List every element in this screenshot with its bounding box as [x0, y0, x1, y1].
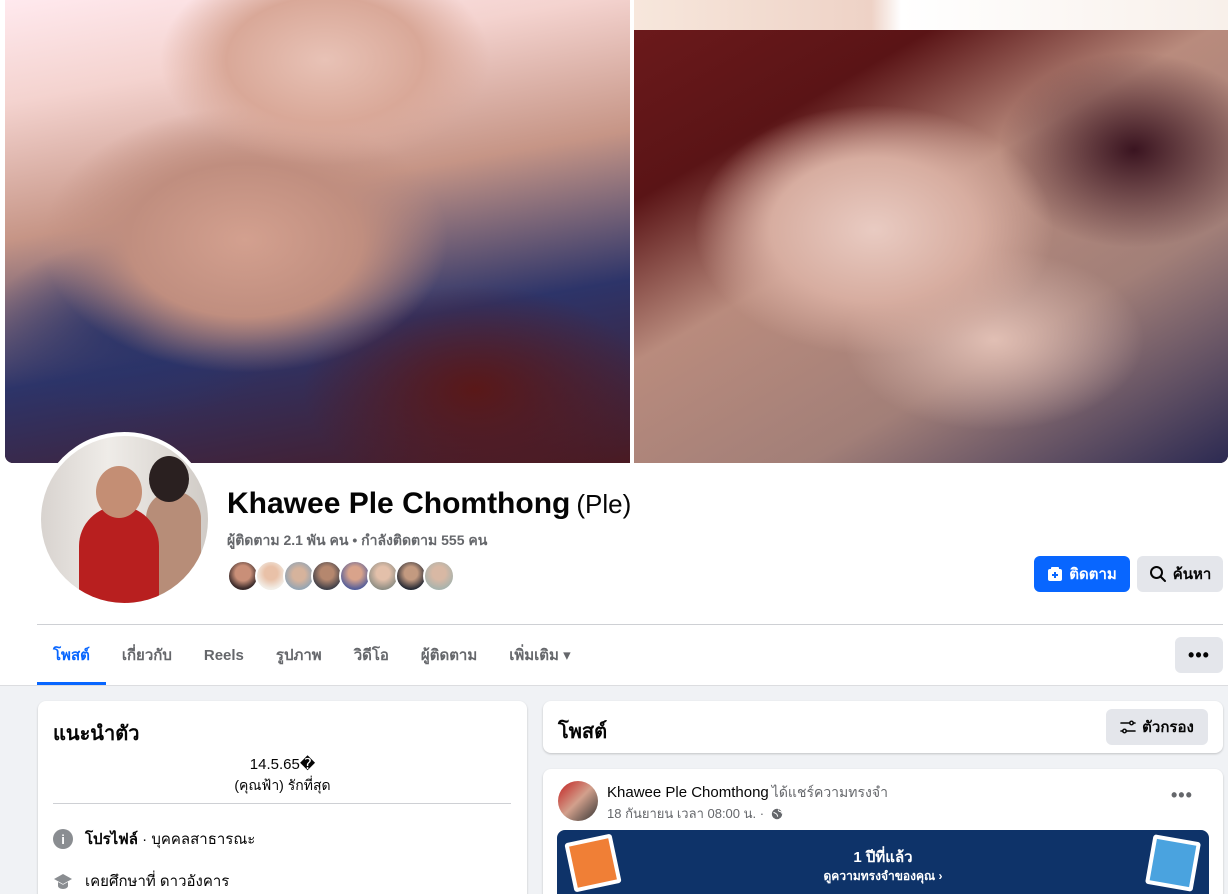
follower-avatar[interactable] — [423, 560, 455, 592]
filter-button-label: ตัวกรอง — [1142, 719, 1194, 736]
bio-line-1: 14.5.65� — [249, 756, 316, 773]
post-time-text: 18 กันยายน เวลา 08:00 น. · — [607, 806, 765, 821]
search-button-label: ค้นหา — [1172, 566, 1212, 583]
post-author-line: Khawee Ple Chomthong ได้แชร์ความทรงจำ — [607, 782, 888, 804]
education-text: เคยศึกษาที่ ดาวอังคาร — [85, 873, 230, 890]
tab-videos[interactable]: วิดีโอ — [338, 625, 405, 685]
post-timestamp[interactable]: 18 กันยายน เวลา 08:00 น. · — [607, 803, 783, 824]
cover-photo[interactable] — [5, 0, 1228, 463]
tab-about[interactable]: เกี่ยวกับ — [106, 625, 188, 685]
profile-type-text: โปรไฟล์ · บุคคลสาธารณะ — [85, 827, 255, 851]
cover-photo-right — [634, 0, 1228, 463]
profile-type-row: i โปรไฟล์ · บุคคลสาธารณะ — [53, 827, 255, 851]
tab-more[interactable]: เพิ่มเติม ▾ — [493, 625, 586, 685]
avatar-figure — [149, 456, 189, 502]
avatar-figure — [79, 506, 159, 603]
post-author-avatar[interactable] — [558, 781, 598, 821]
profile-name-text: Khawee Ple Chomthong — [227, 487, 571, 520]
profile-header: Khawee Ple Chomthong (Ple) ผู้ติดตาม 2.1 … — [0, 0, 1228, 686]
filter-sliders-icon — [1120, 720, 1136, 734]
post-author-name[interactable]: Khawee Ple Chomthong — [607, 784, 769, 801]
cover-top-band — [634, 0, 1228, 30]
intro-title: แนะนำตัว — [53, 723, 140, 745]
tab-reels[interactable]: Reels — [188, 625, 260, 685]
add-follow-icon — [1047, 566, 1063, 582]
avatar-image — [41, 436, 208, 603]
tab-followers[interactable]: ผู้ติดตาม — [405, 625, 493, 685]
filter-button[interactable]: ตัวกรอง — [1106, 709, 1208, 745]
header-shadow — [0, 685, 1228, 686]
follower-avatars[interactable] — [227, 560, 455, 592]
posts-header-card: โพสต์ ตัวกรอง — [543, 701, 1223, 753]
follow-button-label: ติดตาม — [1069, 566, 1117, 583]
search-icon — [1149, 565, 1167, 583]
tab-posts[interactable]: โพสต์ — [37, 625, 106, 685]
profile-stats[interactable]: ผู้ติดตาม 2.1 พัน คน • กำลังติดตาม 555 ค… — [227, 530, 487, 552]
post-action-text: ได้แชร์ความทรงจำ — [771, 784, 888, 800]
memory-link[interactable]: ดูความทรงจำของคุณ › — [557, 867, 1209, 886]
profile-type-label: โปรไฟล์ — [85, 831, 138, 848]
info-icon: i — [53, 829, 73, 849]
education-row[interactable]: เคยศึกษาที่ ดาวอังคาร — [53, 869, 229, 893]
memory-banner[interactable]: 1 ปีที่แล้ว ดูความทรงจำของคุณ › — [557, 830, 1209, 894]
profile-type-value: · บุคคลสาธารณะ — [138, 831, 256, 848]
profile-name: Khawee Ple Chomthong (Ple) — [227, 487, 631, 521]
profile-alt-name: (Ple) — [576, 489, 632, 519]
tab-photos[interactable]: รูปภาพ — [260, 625, 338, 685]
profile-tabs: โพสต์ เกี่ยวกับ Reels รูปภาพ วิดีโอ ผู้ต… — [37, 625, 587, 685]
profile-avatar[interactable] — [37, 432, 212, 607]
search-button[interactable]: ค้นหา — [1137, 556, 1223, 592]
more-options-button[interactable]: ••• — [1175, 637, 1223, 673]
bio-line-2: (คุณฟ้า) รักที่สุด — [234, 777, 331, 793]
globe-icon — [771, 808, 783, 823]
post-options-button[interactable]: ••• — [1171, 785, 1193, 806]
follow-button[interactable]: ติดตาม — [1034, 556, 1130, 592]
posts-title: โพสต์ — [558, 721, 608, 743]
intro-card: แนะนำตัว 14.5.65� (คุณฟ้า) รักที่สุด i โ… — [38, 701, 527, 894]
memory-post: Khawee Ple Chomthong ได้แชร์ความทรงจำ 18 … — [543, 769, 1223, 894]
avatar-figure — [96, 466, 142, 518]
cover-photo-left — [5, 0, 630, 463]
intro-divider — [53, 803, 511, 804]
graduation-cap-icon — [53, 871, 73, 891]
memory-title: 1 ปีที่แล้ว — [853, 849, 913, 866]
